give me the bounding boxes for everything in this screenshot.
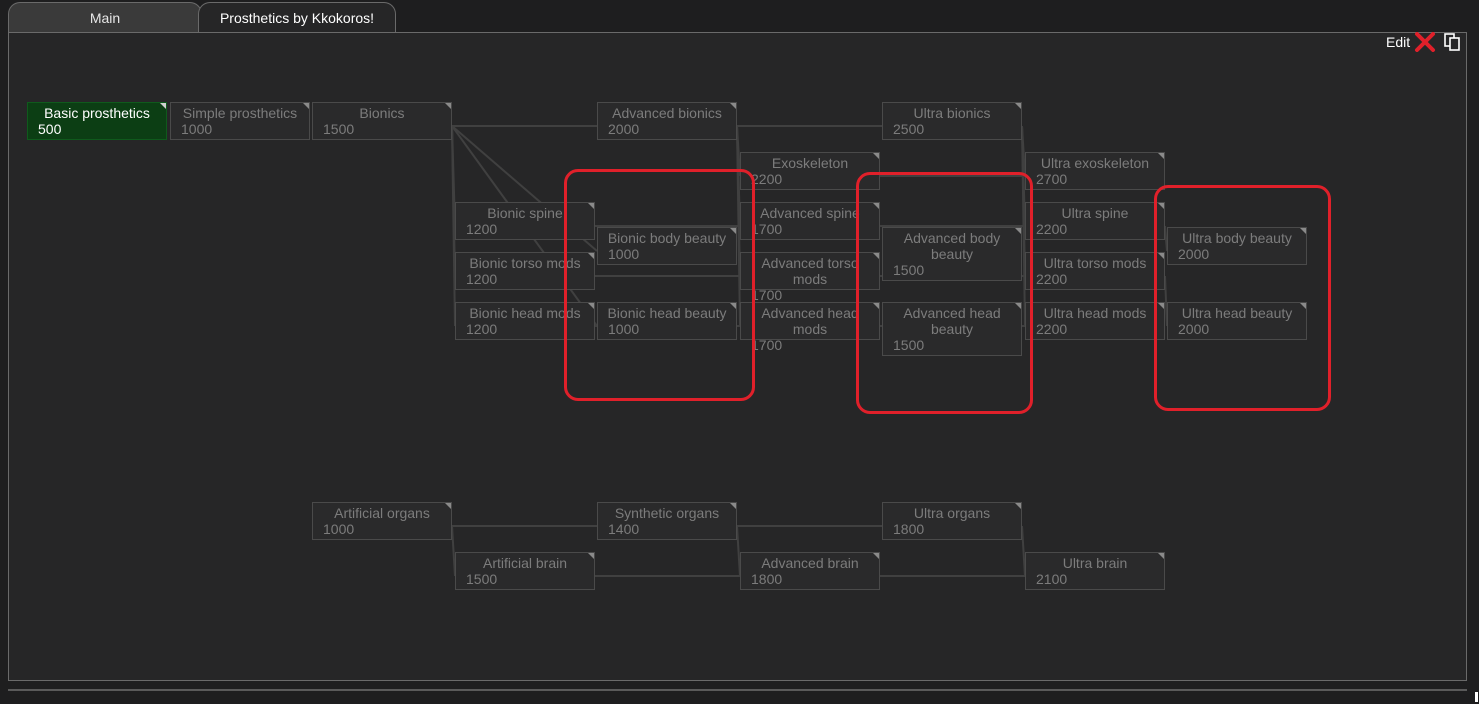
research-node-cost: 1700	[751, 337, 783, 353]
research-node-label: Exoskeleton	[771, 155, 849, 171]
research-node-cost: 2200	[1036, 221, 1068, 237]
research-node-label: Ultra head beauty	[1181, 305, 1293, 321]
research-node-advanced-spine[interactable]: Advanced spine 1700	[740, 202, 880, 240]
research-node-label: Artificial organs	[334, 505, 430, 521]
research-node-cost: 1500	[893, 337, 925, 353]
research-node-label: Ultra bionics	[913, 105, 991, 121]
research-node-cost: 1400	[608, 521, 640, 537]
research-node-label: Ultra exoskeleton	[1040, 155, 1150, 171]
research-node-cost: 1500	[323, 121, 355, 137]
research-node-label: Advanced spine	[760, 205, 860, 221]
research-node-ultra-head-beauty[interactable]: Ultra head beauty 2000	[1167, 302, 1307, 340]
research-node-ultra-organs[interactable]: Ultra organs 1800	[882, 502, 1022, 540]
research-node-label: Bionic torso mods	[469, 255, 581, 271]
research-node-cost: 2100	[1036, 571, 1068, 587]
research-node-synthetic-organs[interactable]: Synthetic organs 1400	[597, 502, 737, 540]
research-node-cost: 2000	[1178, 246, 1210, 262]
research-node-cost: 1000	[608, 321, 640, 337]
research-node-label: Bionic spine	[487, 205, 563, 221]
research-node-ultra-body-beauty[interactable]: Ultra body beauty 2000	[1167, 227, 1307, 265]
research-node-advanced-body-beauty[interactable]: Advanced body beauty 1500	[882, 227, 1022, 281]
research-node-simple-prosthetics[interactable]: Simple prosthetics 1000	[170, 102, 310, 140]
research-node-label: Simple prosthetics	[182, 105, 298, 121]
research-node-label: Advanced body beauty	[903, 230, 1001, 262]
research-node-advanced-brain[interactable]: Advanced brain 1800	[740, 552, 880, 590]
research-node-label: Advanced brain	[761, 555, 859, 571]
research-node-cost: 1200	[466, 271, 498, 287]
research-node-exoskeleton[interactable]: Exoskeleton 2200	[740, 152, 880, 190]
research-node-bionic-torso-mods[interactable]: Bionic torso mods 1200	[455, 252, 595, 290]
research-node-label: Bionic body beauty	[607, 230, 727, 246]
research-node-cost: 1000	[608, 246, 640, 262]
research-node-artificial-organs[interactable]: Artificial organs 1000	[312, 502, 452, 540]
research-node-cost: 1500	[893, 262, 925, 278]
research-node-label: Ultra organs	[913, 505, 991, 521]
research-node-cost: 2200	[751, 171, 783, 187]
research-node-label: Advanced head beauty	[903, 305, 1001, 337]
research-node-cost: 1000	[323, 521, 355, 537]
research-node-ultra-bionics[interactable]: Ultra bionics 2500	[882, 102, 1022, 140]
research-node-label: Artificial brain	[482, 555, 568, 571]
research-node-label: Ultra spine	[1061, 205, 1129, 221]
research-node-label: Bionic head mods	[469, 305, 581, 321]
research-node-bionic-head-mods[interactable]: Bionic head mods 1200	[455, 302, 595, 340]
research-node-bionic-head-beauty[interactable]: Bionic head beauty 1000	[597, 302, 737, 340]
research-node-cost: 2200	[1036, 321, 1068, 337]
research-node-label: Basic prosthetics	[44, 105, 150, 121]
research-node-label: Ultra brain	[1062, 555, 1128, 571]
research-node-cost: 1800	[751, 571, 783, 587]
research-node-cost: 2700	[1036, 171, 1068, 187]
research-node-label: Bionics	[359, 105, 405, 121]
research-node-ultra-spine[interactable]: Ultra spine 2200	[1025, 202, 1165, 240]
research-node-label: Ultra body beauty	[1182, 230, 1292, 246]
research-node-advanced-torso-mods[interactable]: Advanced torso mods 1700	[740, 252, 880, 303]
research-node-basic-prosthetics[interactable]: Basic prosthetics 500	[27, 102, 167, 140]
research-node-cost: 2500	[893, 121, 925, 137]
research-node-bionic-body-beauty[interactable]: Bionic body beauty 1000	[597, 227, 737, 265]
research-node-cost: 1700	[751, 221, 783, 237]
research-node-advanced-head-mods[interactable]: Advanced head mods 1700	[740, 302, 880, 353]
research-node-label: Advanced bionics	[612, 105, 722, 121]
research-node-ultra-brain[interactable]: Ultra brain 2100	[1025, 552, 1165, 590]
research-node-cost: 1000	[181, 121, 213, 137]
research-node-cost: 1800	[893, 521, 925, 537]
research-node-bionic-spine[interactable]: Bionic spine 1200	[455, 202, 595, 240]
research-node-label: Advanced head mods	[761, 305, 859, 337]
research-node-label: Ultra head mods	[1043, 305, 1147, 321]
research-node-advanced-head-beauty[interactable]: Advanced head beauty 1500	[882, 302, 1022, 356]
research-node-ultra-head-mods[interactable]: Ultra head mods 2200	[1025, 302, 1165, 340]
research-node-cost: 500	[38, 121, 62, 137]
research-node-cost: 2200	[1036, 271, 1068, 287]
research-node-cost: 1200	[466, 321, 498, 337]
research-node-bionics[interactable]: Bionics 1500	[312, 102, 452, 140]
research-node-cost: 1500	[466, 571, 498, 587]
research-node-cost: 1200	[466, 221, 498, 237]
research-node-cost: 2000	[608, 121, 640, 137]
research-node-advanced-bionics[interactable]: Advanced bionics 2000	[597, 102, 737, 140]
research-node-label: Ultra torso mods	[1043, 255, 1147, 271]
research-node-artificial-brain[interactable]: Artificial brain 1500	[455, 552, 595, 590]
research-node-label: Synthetic organs	[614, 505, 720, 521]
research-node-ultra-torso-mods[interactable]: Ultra torso mods 2200	[1025, 252, 1165, 290]
research-node-label: Advanced torso mods	[761, 255, 859, 287]
research-node-ultra-exoskeleton[interactable]: Ultra exoskeleton 2700	[1025, 152, 1165, 190]
research-node-label: Bionic head beauty	[607, 305, 727, 321]
research-node-cost: 2000	[1178, 321, 1210, 337]
